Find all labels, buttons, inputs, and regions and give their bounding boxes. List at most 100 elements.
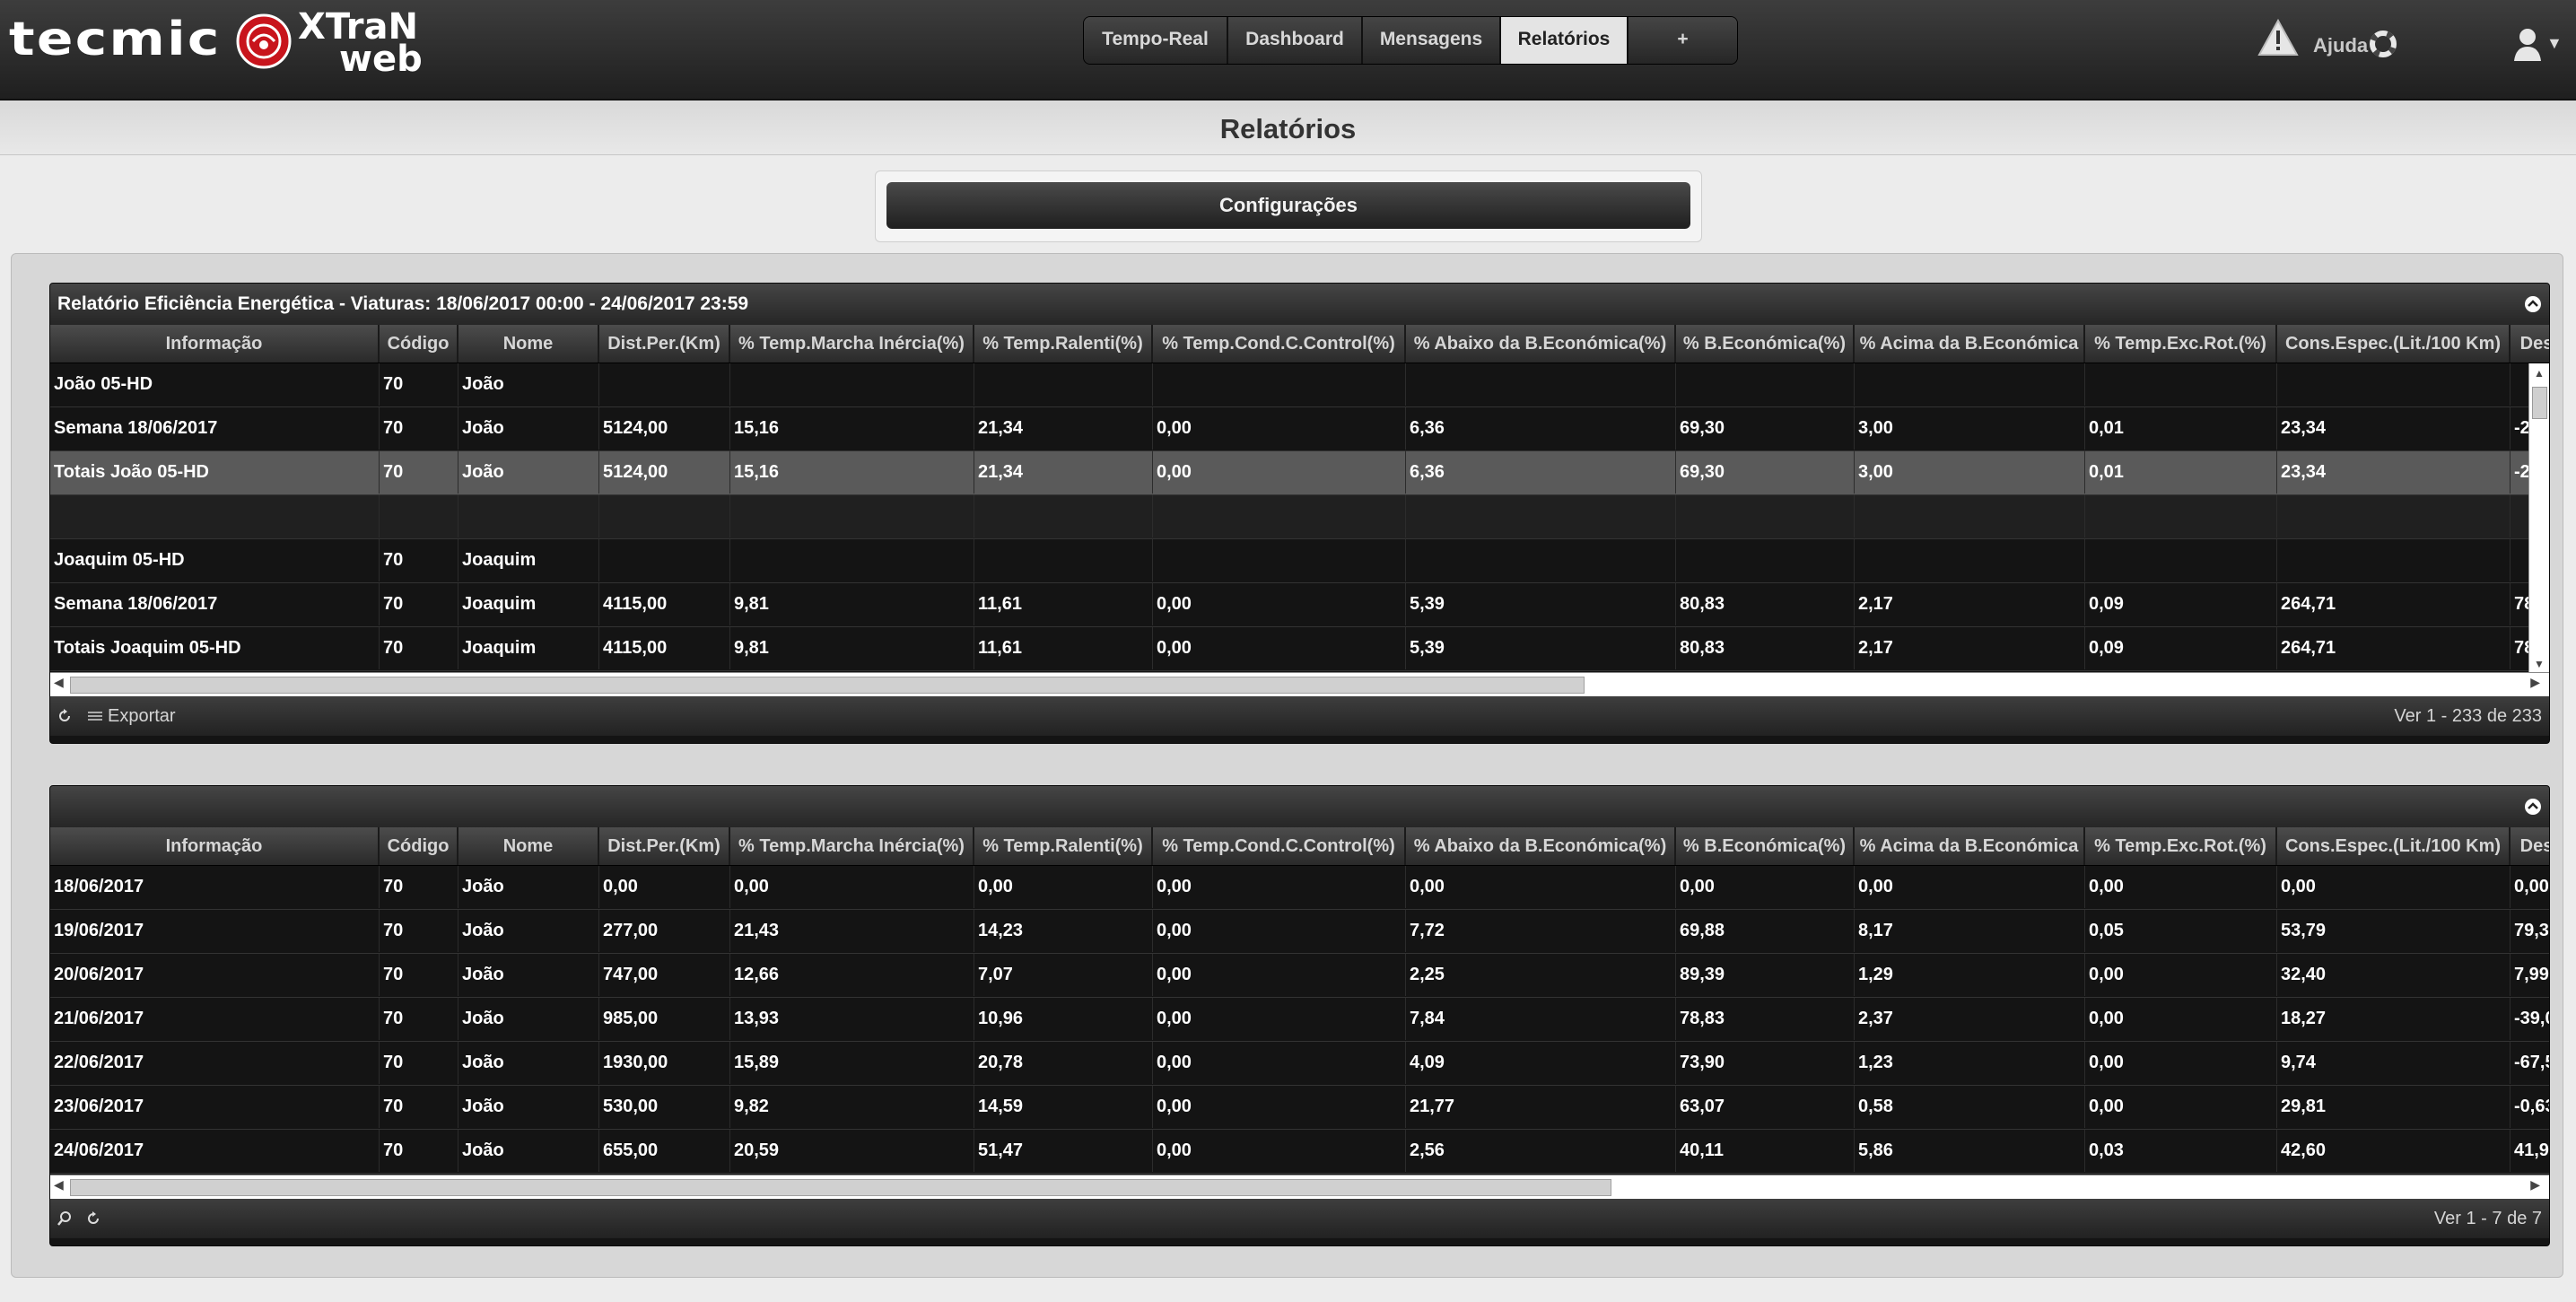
search-icon	[57, 1211, 71, 1226]
column-header[interactable]: Nome	[458, 325, 599, 363]
table-cell: 10,96	[974, 998, 1153, 1040]
search-button[interactable]	[57, 1199, 72, 1238]
column-header[interactable]: Des	[2511, 827, 2549, 865]
column-header[interactable]: Código	[380, 325, 458, 363]
table-row[interactable]: João 05-HD 70 João	[50, 363, 2549, 407]
report-grid-daily: Informação Código Nome Dist.Per.(Km)% Temp.…	[49, 785, 2550, 1246]
refresh-button[interactable]	[86, 1199, 100, 1238]
table-cell: 51,47	[974, 1130, 1153, 1172]
scroll-thumb[interactable]	[70, 1179, 1611, 1196]
lifebuoy-icon[interactable]	[2370, 31, 2397, 57]
column-header[interactable]: Dist.Per.(Km)	[599, 325, 730, 363]
table-cell	[599, 363, 730, 406]
table-row[interactable]: 20/06/2017 70 João 747,00 12,66 7,07 0,00 2,25 8…	[50, 954, 2549, 998]
user-icon[interactable]	[2512, 27, 2543, 63]
table-cell: 70	[380, 407, 458, 450]
scroll-up-icon[interactable]: ▲	[2529, 367, 2549, 380]
table-row[interactable]	[50, 495, 2549, 539]
column-header[interactable]: Nome	[458, 827, 599, 865]
tab-mensagens[interactable]: Mensagens	[1363, 17, 1501, 64]
table-row[interactable]: Totais João 05-HD 70 João 5124,00 15,16 21,34…	[50, 451, 2549, 495]
column-header[interactable]: Dist.Per.(Km)	[599, 827, 730, 865]
table-row[interactable]: 24/06/2017 70 João 655,00 20,59 51,47 0,00 2,56…	[50, 1130, 2549, 1174]
column-header[interactable]: % Temp.Marcha Inércia(%)	[730, 325, 974, 363]
table-cell: 2,17	[1855, 583, 2085, 625]
table-row[interactable]: Semana 18/06/2017 70 Joaquim 4115,00 9,81 11,…	[50, 583, 2549, 627]
table-cell: 5124,00	[599, 451, 730, 494]
column-header[interactable]: Cons.Espec.(Lit./100 Km)	[2277, 827, 2511, 865]
config-panel: Configurações	[875, 170, 1702, 242]
table-row[interactable]: 19/06/2017 70 João 277,00 21,43 14,23 0,00 7,72…	[50, 910, 2549, 954]
column-header[interactable]: % Acima da B.Económica	[1855, 325, 2085, 363]
tab-dashboard[interactable]: Dashboard	[1228, 17, 1363, 64]
column-header[interactable]: Informação	[50, 325, 380, 363]
scroll-thumb[interactable]	[2532, 387, 2547, 419]
config-button[interactable]: Configurações	[886, 182, 1690, 229]
table-cell: Joaquim	[458, 583, 599, 625]
table-cell: 20,78	[974, 1042, 1153, 1084]
table-row[interactable]: 21/06/2017 70 João 985,00 13,93 10,96 0,00 7,84…	[50, 998, 2549, 1042]
scroll-right-icon[interactable]: ▶	[2530, 675, 2540, 690]
column-header[interactable]: % Temp.Exc.Rot.(%)	[2085, 325, 2277, 363]
scroll-thumb[interactable]	[70, 677, 1585, 694]
column-header[interactable]: % B.Económica(%)	[1676, 827, 1855, 865]
table-cell	[1676, 363, 1855, 406]
table-row[interactable]: Totais Joaquim 05-HD 70 Joaquim 4115,00 9,81…	[50, 627, 2549, 671]
column-header[interactable]: Informação	[50, 827, 380, 865]
column-header[interactable]: % Temp.Ralenti(%)	[974, 827, 1153, 865]
table-cell: 40,11	[1676, 1130, 1855, 1172]
tab-add[interactable]: +	[1629, 17, 1737, 64]
column-header[interactable]: % Temp.Cond.C.Control(%)	[1153, 827, 1406, 865]
table-cell: 69,88	[1676, 910, 1855, 952]
table-cell: 14,23	[974, 910, 1153, 952]
collapse-icon[interactable]	[2524, 798, 2542, 816]
table-cell: 22/06/2017	[50, 1042, 380, 1084]
horizontal-scrollbar[interactable]: ◀ ▶	[50, 672, 2549, 696]
table-cell	[599, 539, 730, 581]
warning-icon[interactable]	[2257, 18, 2299, 57]
column-header[interactable]: Código	[380, 827, 458, 865]
table-cell	[1406, 495, 1676, 537]
table-row[interactable]: 23/06/2017 70 João 530,00 9,82 14,59 0,00 21,77…	[50, 1086, 2549, 1130]
table-row[interactable]: 22/06/2017 70 João 1930,00 15,89 20,78 0,00 4,0…	[50, 1042, 2549, 1086]
refresh-button[interactable]	[57, 696, 72, 736]
scroll-down-icon[interactable]: ▼	[2529, 658, 2549, 670]
column-header[interactable]: % B.Económica(%)	[1676, 325, 1855, 363]
table-cell: 21,77	[1406, 1086, 1676, 1128]
vertical-scrollbar[interactable]: ▲ ▼	[2528, 363, 2549, 672]
top-bar: tecmic XTraN web Tempo-Real Dashboard Me…	[0, 0, 2576, 100]
help-link[interactable]: Ajuda	[2313, 34, 2368, 57]
table-cell: 0,00	[2085, 1086, 2277, 1128]
scroll-left-icon[interactable]: ◀	[54, 1177, 64, 1193]
chevron-down-icon[interactable]: ▼	[2546, 34, 2563, 53]
table-cell: Semana 18/06/2017	[50, 407, 380, 450]
tab-relatorios[interactable]: Relatórios	[1501, 17, 1629, 64]
column-header[interactable]: Cons.Espec.(Lit./100 Km)	[2277, 325, 2511, 363]
column-header[interactable]: % Abaixo da B.Económica(%)	[1406, 827, 1676, 865]
table-cell: 78,83	[1676, 998, 1855, 1040]
scroll-right-icon[interactable]: ▶	[2530, 1177, 2540, 1193]
column-header[interactable]: % Abaixo da B.Económica(%)	[1406, 325, 1676, 363]
table-cell	[2277, 495, 2511, 537]
tab-tempo-real[interactable]: Tempo-Real	[1084, 17, 1228, 64]
table-cell	[1676, 495, 1855, 537]
column-header[interactable]: % Temp.Exc.Rot.(%)	[2085, 827, 2277, 865]
column-header[interactable]: Des	[2511, 325, 2549, 363]
collapse-icon[interactable]	[2524, 295, 2542, 313]
xtran-logo-icon	[236, 13, 292, 69]
column-header[interactable]: % Acima da B.Económica	[1855, 827, 2085, 865]
table-row[interactable]: 18/06/2017 70 João 0,00 0,00 0,00 0,00 0,00 0,00…	[50, 866, 2549, 910]
horizontal-scrollbar[interactable]: ◀ ▶	[50, 1175, 2549, 1199]
export-button[interactable]: Exportar	[88, 696, 176, 736]
column-header[interactable]: % Temp.Marcha Inércia(%)	[730, 827, 974, 865]
column-header[interactable]: % Temp.Ralenti(%)	[974, 325, 1153, 363]
column-header[interactable]: % Temp.Cond.C.Control(%)	[1153, 325, 1406, 363]
table-cell: Totais João 05-HD	[50, 451, 380, 494]
scroll-left-icon[interactable]: ◀	[54, 675, 64, 690]
table-cell: João	[458, 1042, 599, 1084]
table-cell: João	[458, 451, 599, 494]
grid-header: Informação Código Nome Dist.Per.(Km)% Temp.…	[50, 827, 2549, 866]
table-row[interactable]: Joaquim 05-HD 70 Joaquim	[50, 539, 2549, 583]
table-cell: 0,09	[2085, 627, 2277, 669]
table-row[interactable]: Semana 18/06/2017 70 João 5124,00 15,16 21,34…	[50, 407, 2549, 451]
